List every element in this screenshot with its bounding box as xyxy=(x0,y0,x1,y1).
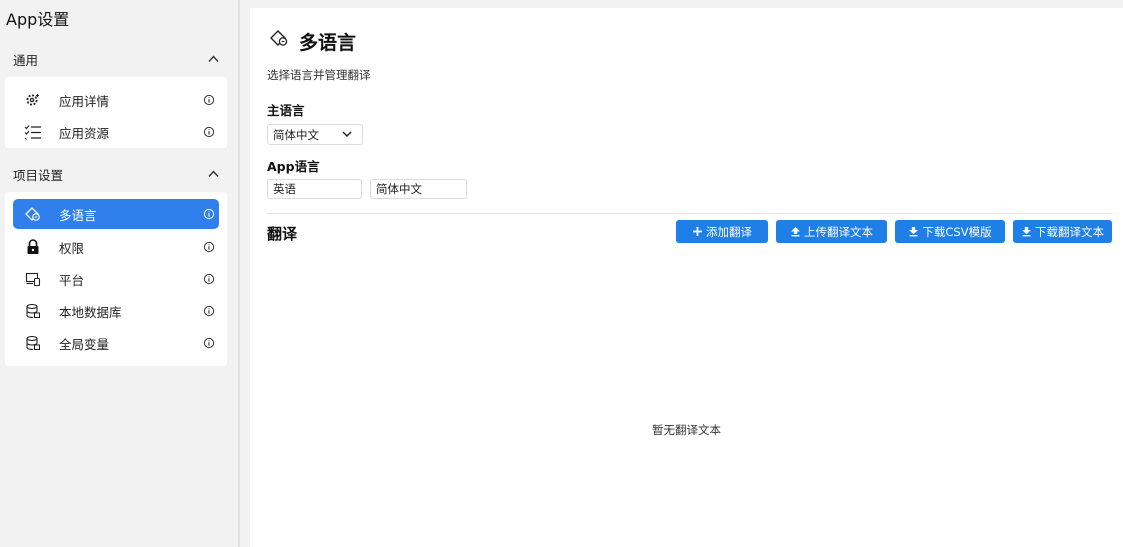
chevron-up-icon xyxy=(208,170,219,177)
primary-language-select[interactable]: 简体中文 xyxy=(267,124,363,145)
sidebar-item-local-database[interactable]: 本地数据库 xyxy=(13,296,219,326)
select-value: 简体中文 xyxy=(273,127,319,142)
group-header-general[interactable]: 通用 xyxy=(5,45,227,73)
translations-title: 翻译 xyxy=(267,225,298,243)
download-icon xyxy=(1022,227,1031,237)
sidebar-item-app-resources[interactable]: 应用资源 xyxy=(13,117,219,147)
translate-icon xyxy=(24,205,42,223)
sidebar-item-label: 平台 xyxy=(59,272,85,288)
info-icon[interactable] xyxy=(203,94,215,106)
info-icon[interactable] xyxy=(203,241,215,253)
chevron-down-icon xyxy=(342,131,352,138)
info-icon[interactable] xyxy=(203,208,215,220)
sidebar-item-app-details[interactable]: 应用详情 xyxy=(13,85,219,115)
app-title: App设置 xyxy=(6,10,70,29)
upload-icon xyxy=(791,227,800,237)
page-title: 多语言 xyxy=(299,32,357,54)
button-label: 下载翻译文本 xyxy=(1035,224,1104,239)
info-icon[interactable] xyxy=(203,273,215,285)
group-project-settings: 多语言 权限 平台 本地数据库 全局变量 xyxy=(5,192,227,366)
sidebar-item-label: 多语言 xyxy=(59,207,97,223)
group-label: 通用 xyxy=(13,52,39,68)
sidebar-item-permissions[interactable]: 权限 xyxy=(13,232,219,262)
info-icon[interactable] xyxy=(203,337,215,349)
download-icon xyxy=(909,227,919,237)
section-divider xyxy=(267,213,1113,214)
database-icon xyxy=(24,334,42,352)
translate-icon xyxy=(270,30,288,46)
sidebar-item-label: 权限 xyxy=(59,240,85,256)
gear-icon xyxy=(24,91,42,109)
group-label: 项目设置 xyxy=(13,167,64,183)
download-csv-template-button[interactable]: 下载CSV模版 xyxy=(895,220,1005,243)
page-subtitle: 选择语言并管理翻译 xyxy=(267,68,371,82)
add-translation-button[interactable]: 添加翻译 xyxy=(676,220,768,243)
upload-translation-button[interactable]: 上传翻译文本 xyxy=(776,220,887,243)
group-header-project-settings[interactable]: 项目设置 xyxy=(5,160,227,188)
sidebar-item-label: 本地数据库 xyxy=(59,304,122,320)
download-translation-button[interactable]: 下载翻译文本 xyxy=(1013,220,1112,243)
sidebar-item-label: 应用资源 xyxy=(59,125,110,141)
main-panel: 多语言 选择语言并管理翻译 主语言 简体中文 App语言 英语 简体中文 翻译 … xyxy=(250,8,1123,547)
sidebar-item-label: 全局变量 xyxy=(59,336,110,352)
sidebar-item-global-variables[interactable]: 全局变量 xyxy=(13,328,219,358)
plus-icon xyxy=(693,227,702,236)
app-language-tag[interactable]: 简体中文 xyxy=(370,179,467,199)
info-icon[interactable] xyxy=(203,305,215,317)
button-label: 添加翻译 xyxy=(706,224,752,239)
app-language-label: App语言 xyxy=(267,159,320,174)
sidebar-item-platform[interactable]: 平台 xyxy=(13,264,219,294)
app-language-tag[interactable]: 英语 xyxy=(267,179,362,199)
database-icon xyxy=(24,302,42,320)
sidebar-divider[interactable] xyxy=(238,0,240,547)
sidebar-item-label: 应用详情 xyxy=(59,93,110,109)
info-icon[interactable] xyxy=(203,126,215,138)
group-general: 应用详情 应用资源 xyxy=(5,77,227,148)
primary-language-label: 主语言 xyxy=(267,103,305,118)
sidebar: App设置 通用 应用详情 应用资源 项目设置 多语言 权限 平台 本地数据库 … xyxy=(0,0,232,547)
empty-state-text: 暂无翻译文本 xyxy=(652,423,721,437)
button-label: 上传翻译文本 xyxy=(804,224,873,239)
lock-icon xyxy=(24,238,42,256)
devices-icon xyxy=(24,270,42,288)
sidebar-item-multilanguage[interactable]: 多语言 xyxy=(13,199,219,229)
button-label: 下载CSV模版 xyxy=(922,224,992,239)
chevron-up-icon xyxy=(208,55,219,62)
list-icon xyxy=(24,123,42,141)
